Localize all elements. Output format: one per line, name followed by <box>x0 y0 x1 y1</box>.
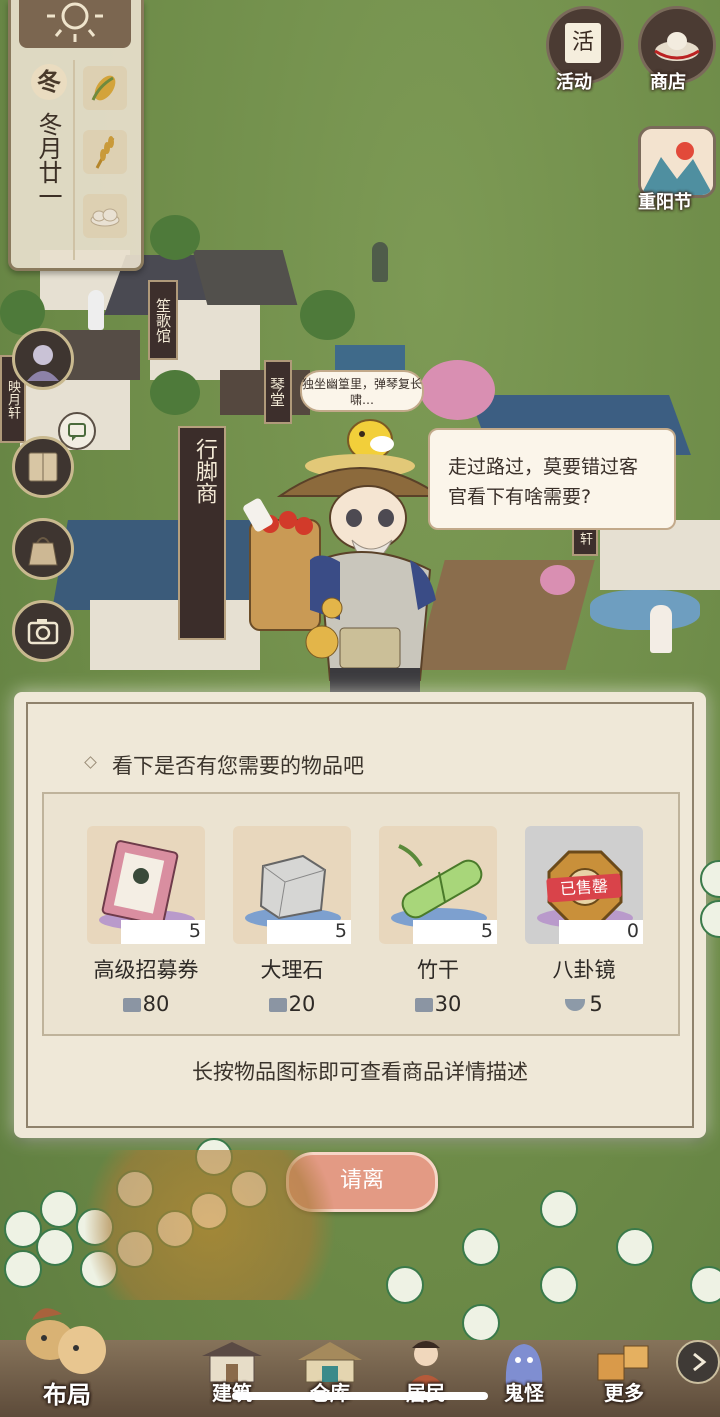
item-name: 竹干 <box>417 958 459 982</box>
nav-ghosts[interactable]: 鬼怪 <box>484 1336 564 1406</box>
item-price-value: 30 <box>434 992 462 1016</box>
nav-layout-label[interactable]: 布局 <box>12 1375 122 1410</box>
merchant-illustration <box>243 419 444 695</box>
camera-icon <box>27 619 59 645</box>
festival-label[interactable]: 重阳节 <box>638 188 692 214</box>
stone-icon <box>268 998 287 1012</box>
harvest-arrow-icon[interactable] <box>540 1266 578 1304</box>
item-price-value: 80 <box>142 992 170 1016</box>
item-price-value: 20 <box>288 992 316 1016</box>
item-name: 八卦镜 <box>552 958 616 982</box>
traveling-merchant-character[interactable] <box>240 410 444 695</box>
bagua-mirror-icon[interactable]: 已售罄 0 <box>525 826 643 944</box>
merchant-speech-bubble: 走过路过，莫要错过客官看下有啥需要? <box>428 428 676 530</box>
harvest-arrow-icon[interactable] <box>4 1250 42 1288</box>
building <box>600 520 720 590</box>
calendar-date-column: 冬 冬月廿一 <box>25 60 75 260</box>
nav-more[interactable]: 更多 <box>584 1336 664 1406</box>
crop-corn-icon[interactable] <box>83 66 127 110</box>
bird-speech-text: 独坐幽篁里，弹琴复长啸… <box>302 377 423 407</box>
villager[interactable] <box>650 605 672 653</box>
tree <box>150 215 200 260</box>
sold-out-stamp: 已售罄 <box>546 873 622 903</box>
side-character-button[interactable] <box>12 328 74 390</box>
side-bag-button[interactable] <box>12 518 74 580</box>
villager[interactable] <box>372 242 388 282</box>
weather-sun-icon <box>19 0 131 48</box>
crop-wheat-icon[interactable] <box>83 130 127 174</box>
item-name: 大理石 <box>260 958 324 982</box>
book-icon <box>28 452 58 482</box>
merchant-shop-dialog: 看下是否有您需要的物品吧 5 高级招募券 80 5 大理石 20 5 竹干 30… <box>14 692 706 1138</box>
stone-icon <box>122 998 141 1012</box>
merchant-name: 行脚商 <box>192 438 217 504</box>
nav-layout[interactable]: 布局 <box>12 1290 122 1410</box>
stone-icon <box>414 998 433 1012</box>
merchant-speech-text: 走过路过，莫要错过客官看下有啥需要? <box>448 456 639 508</box>
item-price: 30 <box>374 992 502 1016</box>
shop-item[interactable]: 5 大理石 20 <box>228 826 356 1016</box>
side-book-button[interactable] <box>12 436 74 498</box>
bamboo-icon[interactable]: 5 <box>379 826 497 944</box>
shop-item[interactable]: 5 高级招募券 80 <box>82 826 210 1016</box>
building-roof <box>52 520 268 610</box>
game-scene: 笙歌馆 琴堂 映月轩 轩 冬 冬月廿一 活 活动 商店 重阳节 行脚商 独坐幽篁… <box>0 0 720 1417</box>
shop-item-sold-out[interactable]: 已售罄 0 八卦镜 5 <box>520 826 648 1016</box>
tree <box>150 370 200 415</box>
blossom-tree <box>540 565 575 595</box>
shop-label[interactable]: 商店 <box>650 68 686 94</box>
tree <box>300 290 355 340</box>
season-badge: 冬 <box>31 64 67 100</box>
dialog-prompt: 看下是否有您需要的物品吧 <box>112 754 364 778</box>
character-portrait-icon <box>27 345 59 381</box>
bag-icon <box>28 537 58 566</box>
item-price: 5 <box>520 992 648 1016</box>
building-roof <box>192 250 298 305</box>
nav-ghosts-label[interactable]: 鬼怪 <box>484 1377 564 1406</box>
lunar-date: 冬月廿一 <box>34 112 62 208</box>
item-price-value: 5 <box>589 992 603 1016</box>
item-price: 20 <box>228 992 356 1016</box>
events-scroll-icon: 活 <box>565 23 601 63</box>
calendar-panel[interactable]: 冬 冬月廿一 <box>8 0 144 271</box>
bird-speech-bubble: 独坐幽篁里，弹琴复长啸… <box>300 370 424 412</box>
nav-expand-button[interactable] <box>676 1340 720 1384</box>
pond <box>590 590 700 630</box>
dialog-hint: 长按物品图标即可查看商品详情描述 <box>192 1060 528 1084</box>
crop-field <box>60 1150 360 1300</box>
home-indicator[interactable] <box>232 1392 488 1400</box>
harvest-arrow-icon[interactable] <box>540 1190 578 1228</box>
item-stock-count: 5 <box>413 920 497 944</box>
villager[interactable] <box>88 290 104 330</box>
marble-icon[interactable]: 5 <box>233 826 351 944</box>
item-price: 80 <box>82 992 210 1016</box>
weather-cloud-icon[interactable] <box>83 194 127 238</box>
item-shelf: 5 高级招募券 80 5 大理石 20 5 竹干 30 已售罄 0 八卦镜 5 <box>42 792 680 1036</box>
nav-more-label[interactable]: 更多 <box>584 1377 664 1406</box>
harvest-arrow-icon[interactable] <box>386 1266 424 1304</box>
festival-mountain-icon <box>641 129 713 195</box>
events-label[interactable]: 活动 <box>556 68 592 94</box>
chevron-right-icon <box>693 1352 707 1372</box>
harvest-arrow-icon[interactable] <box>616 1228 654 1266</box>
recruit-ticket-icon[interactable]: 5 <box>87 826 205 944</box>
camera-button[interactable] <box>12 600 74 662</box>
item-name: 高级招募券 <box>93 958 199 982</box>
harvest-arrow-icon[interactable] <box>462 1228 500 1266</box>
cup-icon <box>565 999 586 1011</box>
harvest-arrow-icon[interactable] <box>690 1266 720 1304</box>
building <box>90 600 260 670</box>
item-stock-count: 5 <box>121 920 205 944</box>
sign-shengge[interactable]: 笙歌馆 <box>148 280 178 360</box>
item-stock-count: 5 <box>267 920 351 944</box>
item-stock-count: 0 <box>559 920 643 944</box>
shop-item[interactable]: 5 竹干 30 <box>374 826 502 1016</box>
merchant-name-sign: 行脚商 <box>178 426 226 640</box>
